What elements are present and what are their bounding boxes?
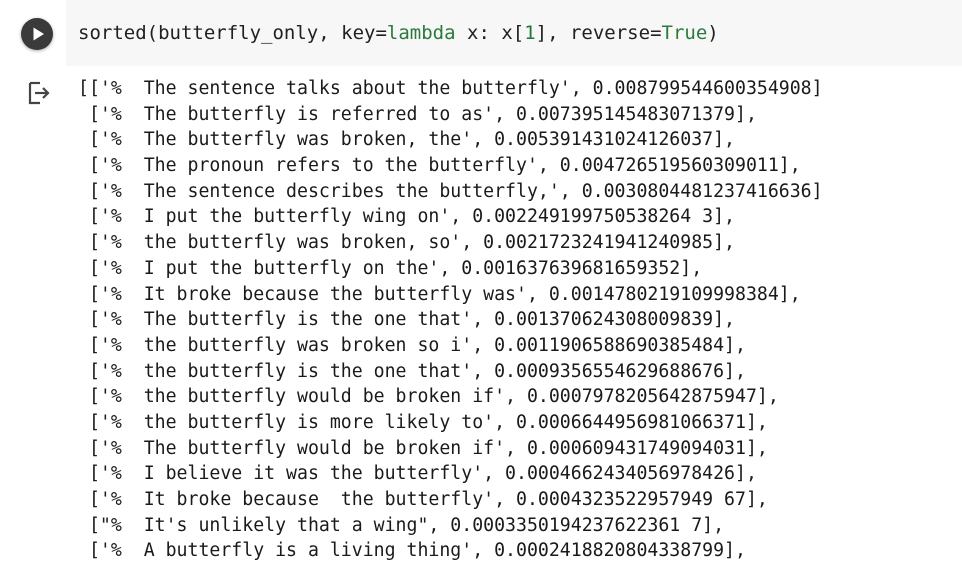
code-func: sorted xyxy=(78,22,147,44)
output-line: ['% the butterfly would be broken if', 0… xyxy=(78,386,779,408)
code-close-index: ], xyxy=(535,22,570,44)
cell-output: [['% The sentence talks about the butter… xyxy=(78,76,962,569)
code-arg: butterfly_only xyxy=(158,22,319,44)
code-bool-true: True xyxy=(661,22,708,44)
code-lambda-body: x: x[ xyxy=(455,22,525,44)
output-line: ['% the butterfly is more likely to', 0.… xyxy=(78,411,768,433)
output-line: ['% A butterfly is a living thing', 0.00… xyxy=(78,540,746,562)
code-index-number: 1 xyxy=(524,22,536,44)
code-cell: sorted(butterfly_only, key=lambda x: x[1… xyxy=(0,0,962,66)
output-line: ["% It's unlikely that a wing", 0.000335… xyxy=(78,514,725,536)
code-eq: = xyxy=(650,22,662,44)
output-line: ['% the butterfly is the one that', 0.00… xyxy=(78,360,746,382)
output-line: ['% I believe it was the butterfly', 0.0… xyxy=(78,463,757,485)
code-kwarg-reverse: reverse xyxy=(569,22,651,44)
code-kwarg-key: key xyxy=(341,22,376,44)
output-line: ['% The butterfly would be broken if', 0… xyxy=(78,437,768,459)
output-line: ['% The pronoun refers to the butterfly'… xyxy=(78,155,801,177)
output-line: ['% The butterfly is referred to as', 0.… xyxy=(78,103,757,125)
code-lambda-keyword: lambda xyxy=(386,22,456,44)
play-icon xyxy=(33,27,44,41)
output-arrow-icon[interactable] xyxy=(26,80,52,106)
output-line: ['% the butterfly was broken, so', 0.002… xyxy=(78,232,735,254)
output-line: ['% The butterfly was broken, the', 0.00… xyxy=(78,129,735,151)
output-line: ['% the butterfly was broken so i', 0.00… xyxy=(78,334,746,356)
code-sep: , xyxy=(318,22,342,44)
output-line: ['% I put the butterfly wing on', 0.0022… xyxy=(78,206,735,228)
code-eq: = xyxy=(375,22,387,44)
code-line: sorted(butterfly_only, key=lambda x: x[1… xyxy=(78,20,719,46)
output-line: ['% The sentence describes the butterfly… xyxy=(78,180,823,202)
code-paren-open: ( xyxy=(146,22,159,44)
output-line: [['% The sentence talks about the butter… xyxy=(78,78,823,99)
run-cell-button[interactable] xyxy=(21,18,53,50)
output-line: ['% It broke because the butterfly', 0.0… xyxy=(78,489,768,510)
output-line: ['% I put the butterfly on the', 0.00163… xyxy=(78,257,703,279)
code-paren-close: ) xyxy=(707,22,719,44)
output-line: ['% It broke because the butterfly was',… xyxy=(78,283,801,305)
output-line: ['% The butterfly is the one that', 0.00… xyxy=(78,309,735,331)
